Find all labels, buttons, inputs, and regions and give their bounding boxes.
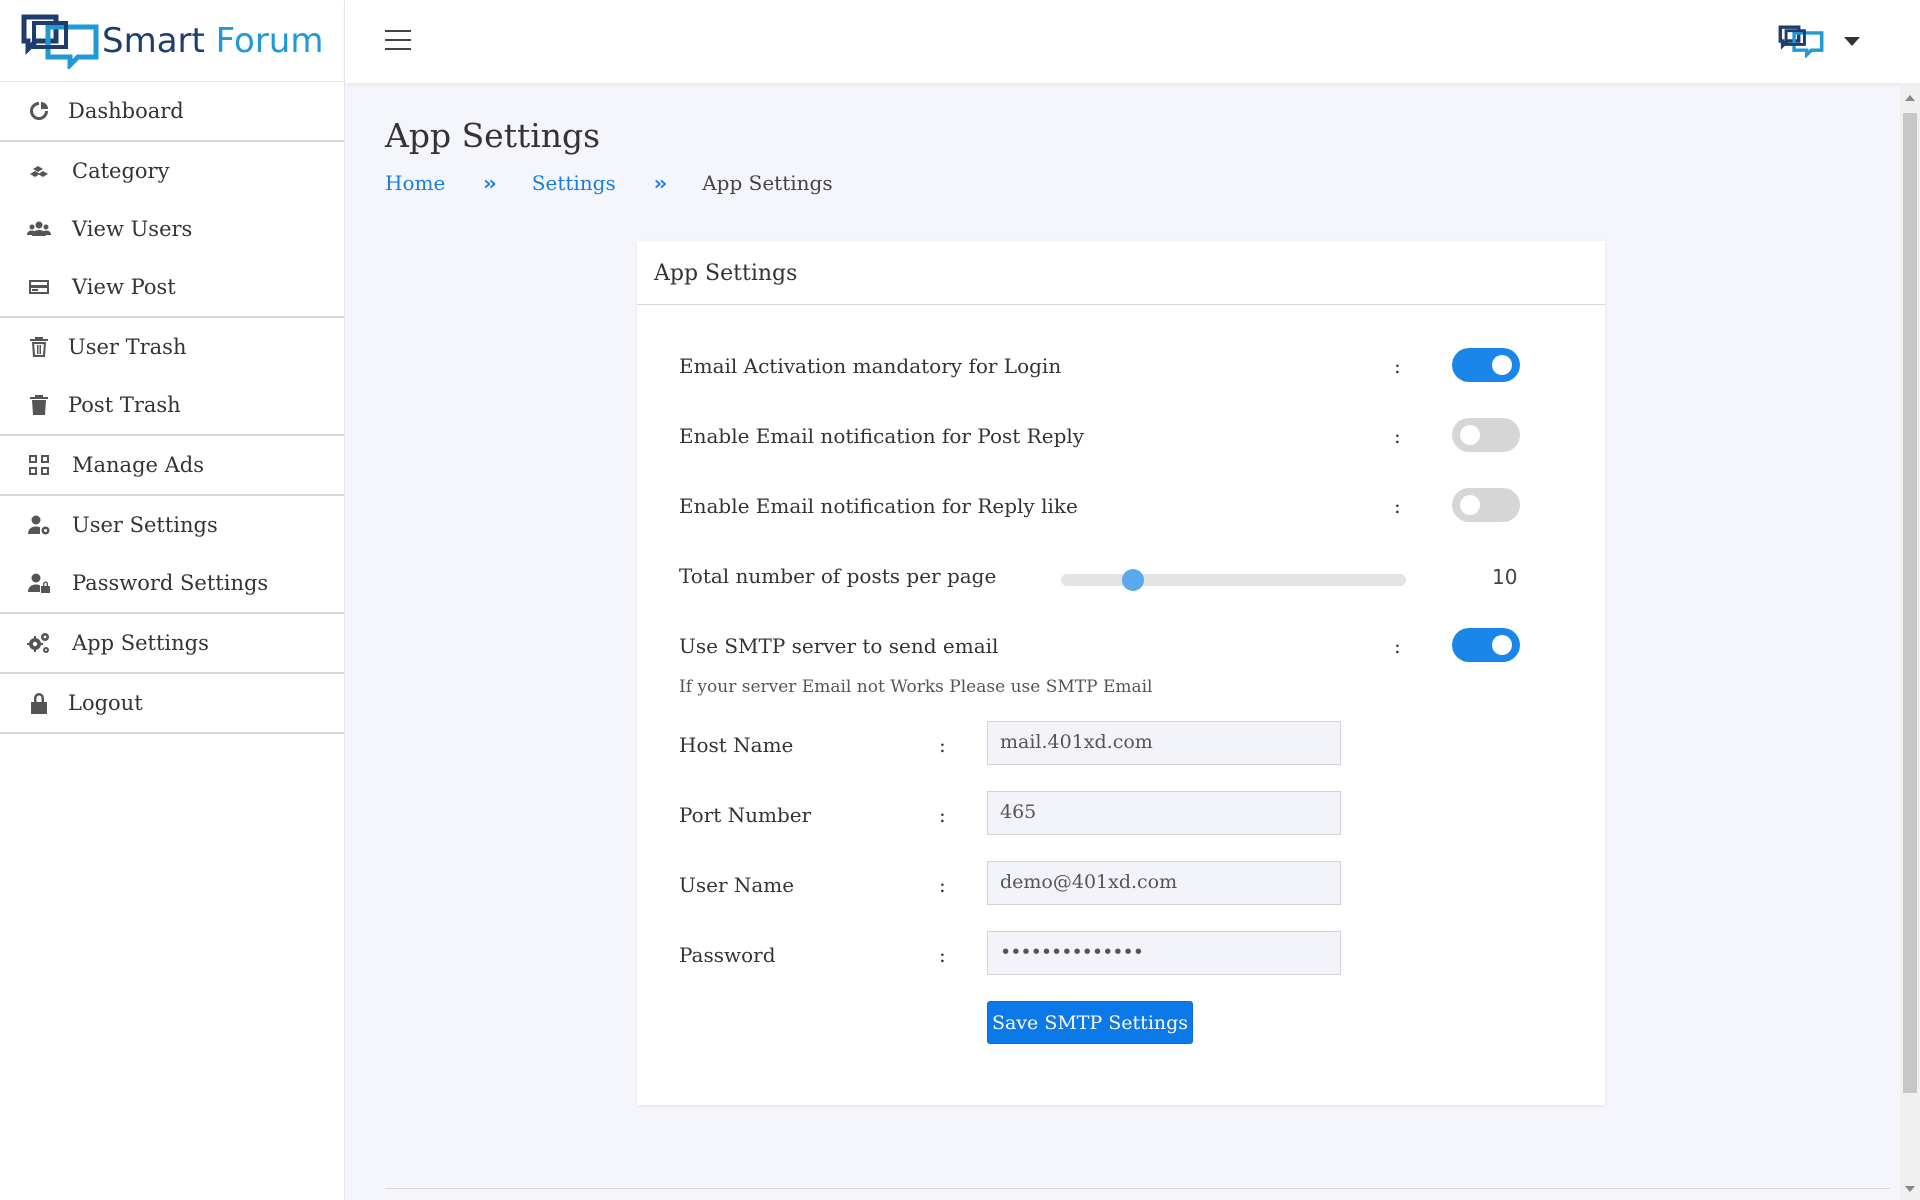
- page-title: App Settings: [385, 116, 601, 155]
- forum-logo-icon: [21, 14, 99, 69]
- colon: :: [939, 803, 946, 827]
- password-input[interactable]: ••••••••••••••: [987, 931, 1341, 975]
- sidebar-item-label: Category: [72, 159, 170, 183]
- avatar: [1778, 25, 1824, 58]
- smtp-label: Use SMTP server to send email: [679, 634, 999, 658]
- sidebar-item-password-settings[interactable]: Password Settings: [0, 554, 344, 612]
- sidebar-item-view-post[interactable]: View Post: [0, 258, 344, 316]
- breadcrumb: Home ›› Settings ›› App Settings: [385, 171, 833, 195]
- user-menu[interactable]: [1778, 24, 1860, 58]
- sidebar-item-label: Dashboard: [68, 99, 184, 123]
- colon: :: [1394, 354, 1401, 378]
- sidebar-item-dashboard[interactable]: Dashboard: [0, 82, 344, 140]
- app-settings-card: App Settings Email Activation mandatory …: [637, 241, 1605, 1105]
- category-icon: [26, 158, 52, 184]
- sidebar-item-post-trash[interactable]: Post Trash: [0, 376, 344, 434]
- smtp-hint: If your server Email not Works Please us…: [679, 677, 1153, 697]
- sidebar-item-label: Password Settings: [72, 571, 269, 595]
- posts-per-page-slider[interactable]: [1061, 569, 1406, 591]
- main-content: App Settings Home ›› Settings ›› App Set…: [345, 83, 1900, 1200]
- colon: :: [939, 733, 946, 757]
- sidebar-item-user-trash[interactable]: User Trash: [0, 318, 344, 376]
- user-lock-icon: [26, 570, 52, 596]
- grid-icon: [26, 452, 52, 478]
- sidebar-item-app-settings[interactable]: App Settings: [0, 614, 344, 672]
- sidebar-item-logout[interactable]: Logout: [0, 674, 344, 732]
- chevron-double-right-icon: ››: [483, 171, 497, 195]
- lock-icon: [26, 690, 52, 716]
- chevron-double-right-icon: ››: [653, 171, 668, 195]
- reply-like-notification-label: Enable Email notification for Reply like: [679, 494, 1078, 518]
- sidebar-item-label: Manage Ads: [72, 453, 204, 477]
- sidebar-item-label: User Settings: [72, 513, 218, 537]
- sidebar-item-label: Logout: [68, 691, 143, 715]
- post-reply-notification-toggle[interactable]: [1452, 418, 1520, 452]
- sidebar: Smart Forum Dashboard Category View User…: [0, 0, 345, 1200]
- scroll-down-icon[interactable]: [1905, 1186, 1915, 1192]
- top-bar: [345, 0, 1920, 83]
- sidebar-item-manage-ads[interactable]: Manage Ads: [0, 436, 344, 494]
- sidebar-item-category[interactable]: Category: [0, 142, 344, 200]
- dashboard-icon: [26, 98, 52, 124]
- sidebar-item-view-users[interactable]: View Users: [0, 200, 344, 258]
- sidebar-item-label: User Trash: [68, 335, 187, 359]
- colon: :: [939, 873, 946, 897]
- trash-outline-icon: [26, 334, 52, 360]
- chevron-down-icon: [1844, 36, 1860, 46]
- breadcrumb-settings[interactable]: Settings: [532, 171, 616, 195]
- password-label: Password: [679, 943, 776, 967]
- menu-toggle-icon[interactable]: [385, 30, 411, 52]
- page-scrollbar[interactable]: [1900, 83, 1920, 1200]
- reply-like-notification-toggle[interactable]: [1452, 488, 1520, 522]
- trash-icon: [26, 392, 52, 418]
- posts-per-page-value: 10: [1492, 565, 1518, 589]
- email-activation-label: Email Activation mandatory for Login: [679, 354, 1062, 378]
- brand-name: Smart Forum: [102, 20, 324, 61]
- scroll-up-icon[interactable]: [1905, 95, 1915, 101]
- save-smtp-button[interactable]: Save SMTP Settings: [987, 1001, 1193, 1044]
- scroll-thumb[interactable]: [1903, 113, 1917, 1093]
- sidebar-item-label: Post Trash: [68, 393, 181, 417]
- email-activation-toggle[interactable]: [1452, 348, 1520, 382]
- cogs-icon: [26, 630, 52, 656]
- user-name-input[interactable]: demo@401xd.com: [987, 861, 1341, 905]
- port-number-label: Port Number: [679, 803, 812, 827]
- user-name-label: User Name: [679, 873, 795, 897]
- user-cog-icon: [26, 512, 52, 538]
- footer-divider: [385, 1188, 1890, 1189]
- sidebar-item-label: View Post: [72, 275, 176, 299]
- post-reply-notification-label: Enable Email notification for Post Reply: [679, 424, 1085, 448]
- users-icon: [26, 216, 52, 242]
- colon: :: [1394, 494, 1401, 518]
- colon: :: [1394, 424, 1401, 448]
- host-name-label: Host Name: [679, 733, 794, 757]
- brand-logo[interactable]: Smart Forum: [0, 0, 344, 82]
- posts-per-page-label: Total number of posts per page: [679, 564, 997, 588]
- smtp-toggle[interactable]: [1452, 628, 1520, 662]
- card-title: App Settings: [637, 241, 1605, 305]
- breadcrumb-current: App Settings: [702, 171, 833, 195]
- colon: :: [1394, 634, 1401, 658]
- breadcrumb-home[interactable]: Home: [385, 171, 445, 195]
- sidebar-item-user-settings[interactable]: User Settings: [0, 496, 344, 554]
- sidebar-item-label: App Settings: [72, 631, 209, 655]
- sidebar-item-label: View Users: [72, 217, 193, 241]
- post-icon: [26, 274, 52, 300]
- port-number-input[interactable]: 465: [987, 791, 1341, 835]
- slider-handle[interactable]: [1122, 569, 1145, 591]
- colon: :: [939, 943, 946, 967]
- host-name-input[interactable]: mail.401xd.com: [987, 721, 1341, 765]
